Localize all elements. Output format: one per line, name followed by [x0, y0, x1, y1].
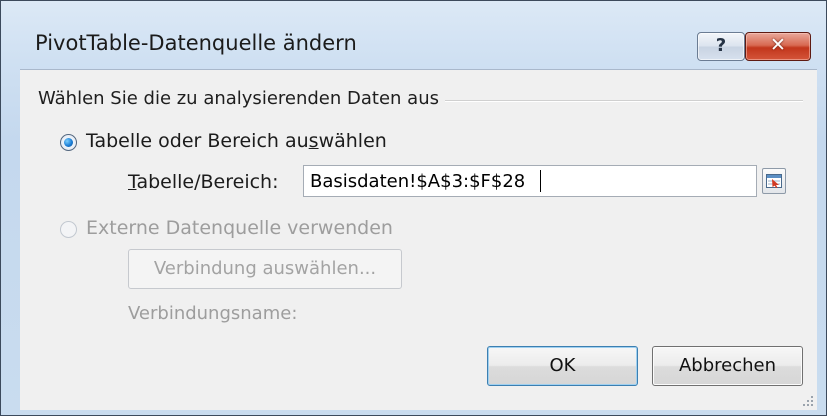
radio-external-source[interactable] — [60, 221, 77, 238]
text-cursor — [540, 170, 541, 192]
group-divider — [440, 100, 803, 102]
connection-name-label: Verbindungsname: — [128, 303, 298, 324]
option-accel-key: s — [308, 130, 319, 152]
option-external-source-label[interactable]: Externe Datenquelle verwenden — [86, 217, 393, 239]
option-label-part: wählen — [318, 130, 387, 152]
cancel-button[interactable]: Abbrechen — [652, 346, 803, 386]
group-label: Wählen Sie die zu analysierenden Daten a… — [38, 88, 445, 109]
close-button[interactable]: ✕ — [745, 32, 811, 61]
range-input[interactable] — [303, 165, 757, 197]
help-button[interactable]: ? — [697, 32, 745, 61]
dialog-body: Wählen Sie die zu analysierenden Daten a… — [20, 69, 817, 410]
option-label-part: Tabelle oder Bereich au — [86, 130, 309, 152]
collapse-dialog-icon — [766, 174, 782, 188]
dialog-window: PivotTable-Datenquelle ändern ? ✕ Wählen… — [0, 0, 827, 416]
help-icon: ? — [715, 35, 727, 56]
close-icon: ✕ — [770, 34, 786, 56]
collapse-dialog-button[interactable] — [762, 168, 786, 194]
range-label-rest: abelle/Bereich: — [136, 171, 279, 193]
resize-grip-icon[interactable] — [802, 395, 814, 407]
dialog-title: PivotTable-Datenquelle ändern — [35, 31, 357, 55]
title-bar[interactable]: PivotTable-Datenquelle ändern ? ✕ — [1, 1, 826, 61]
range-field-label: Tabelle/Bereich: — [128, 171, 279, 193]
choose-connection-button[interactable]: Verbindung auswählen... — [128, 249, 402, 289]
ok-button[interactable]: OK — [487, 346, 638, 386]
option-table-range-label[interactable]: Tabelle oder Bereich auswählen — [86, 130, 387, 152]
radio-table-range[interactable] — [60, 134, 77, 151]
